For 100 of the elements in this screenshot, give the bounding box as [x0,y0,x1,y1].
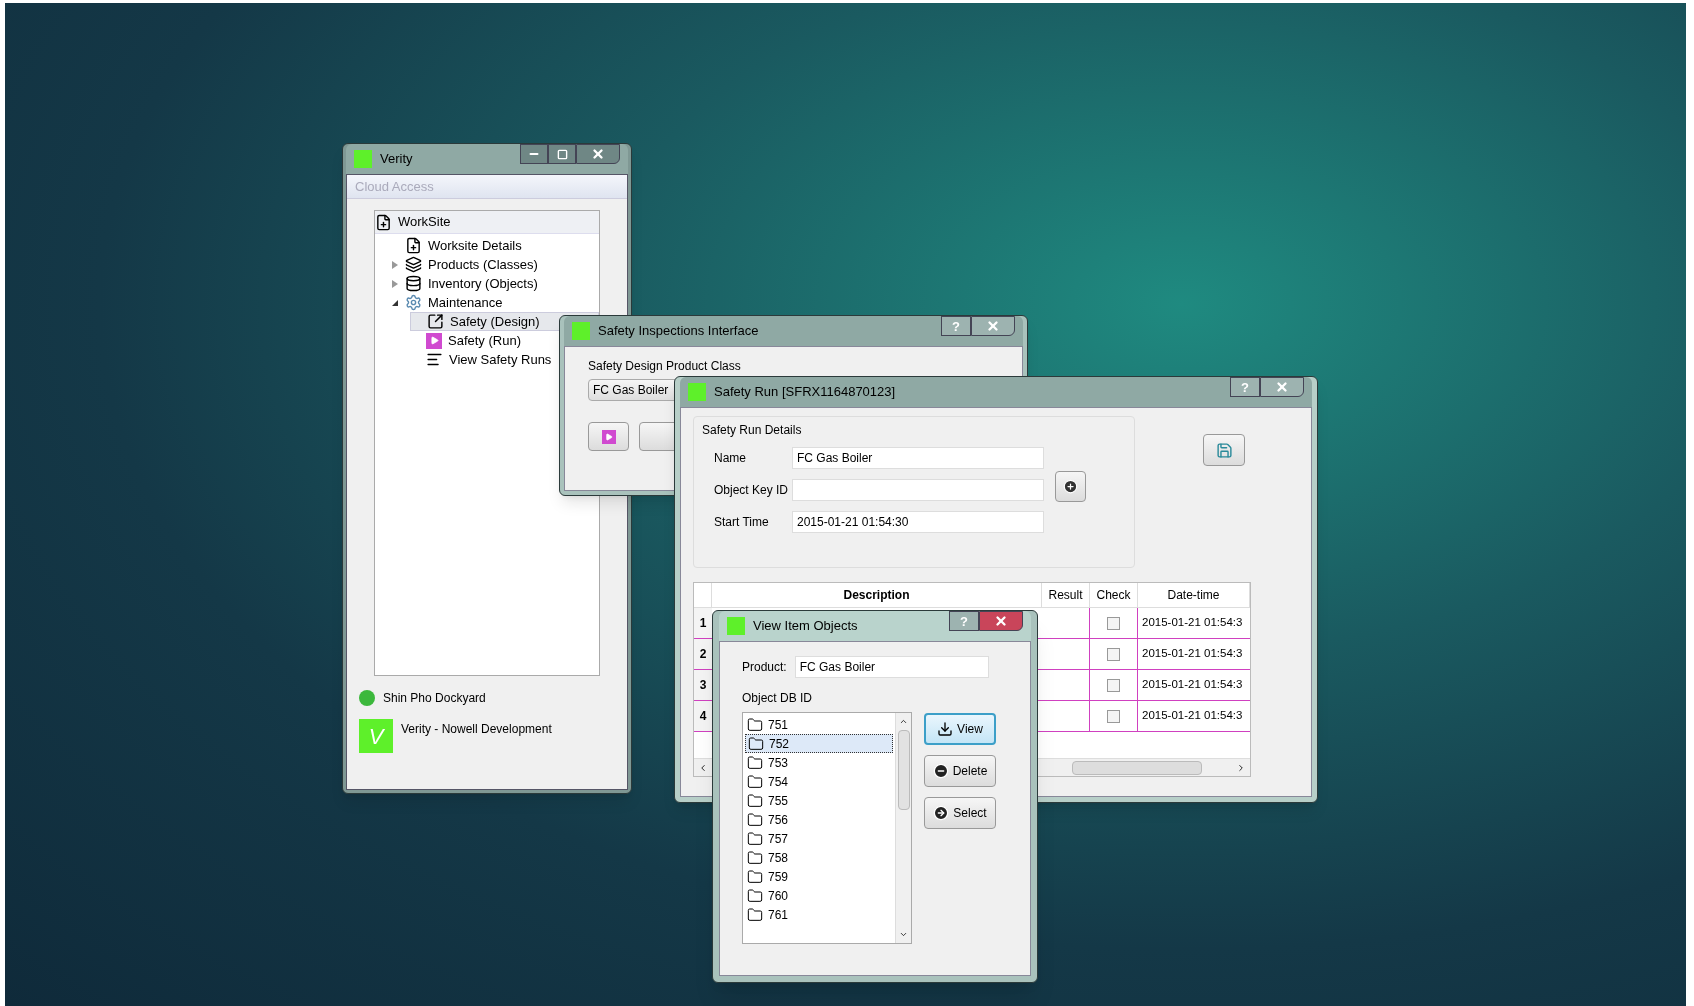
collapsed-arrow-icon[interactable] [392,279,398,288]
list-item[interactable]: 757 [745,829,893,848]
layers-icon [405,256,422,273]
close-button[interactable] [1260,377,1304,397]
folder-icon [748,735,764,752]
scroll-up-icon[interactable] [899,717,908,726]
window-title: Safety Inspections Interface [598,322,759,341]
row-number: 4 [694,701,712,731]
minimize-button[interactable] [520,144,548,164]
column-header[interactable]: Check [1090,583,1138,607]
app-icon [727,617,745,635]
list-item[interactable]: 760 [745,886,893,905]
row-number: 1 [694,608,712,638]
plus-circle-icon [1063,479,1078,494]
play-icon [601,429,616,444]
checkbox[interactable] [1107,647,1120,661]
folder-icon [747,868,763,885]
checkbox[interactable] [1107,616,1120,630]
scroll-right-icon[interactable] [1236,762,1246,773]
tree-item[interactable]: Inventory (Objects) [389,274,599,293]
column-header[interactable]: Result [1042,583,1090,607]
list-item[interactable]: 756 [745,810,893,829]
external-link-icon [427,313,444,330]
table-cell-text: 2015-01-21 01:54:3 [1141,615,1244,631]
menu-header: Cloud Access [347,175,627,199]
close-button[interactable] [979,611,1023,631]
list-item[interactable]: 758 [745,848,893,867]
field-label: Object Key ID [713,482,790,499]
tree-item[interactable]: Products (Classes) [389,255,599,274]
product-field[interactable]: FC Gas Boiler [794,656,989,678]
folder-icon [747,811,763,828]
tree-item[interactable]: Worksite Details [389,236,599,255]
tree-item[interactable]: Maintenance [389,293,599,312]
folder-icon [747,716,763,733]
column-header[interactable]: Description [712,583,1042,607]
list-item[interactable]: 755 [745,791,893,810]
expanded-arrow-icon[interactable] [392,299,398,306]
app-icon [688,383,706,401]
maximize-icon [556,148,568,160]
action-button[interactable]: Delete [924,755,996,787]
close-icon [994,614,1008,628]
database-icon [405,275,422,292]
list-item[interactable]: 751 [745,715,893,734]
footer-text: Verity - Nowell Development [401,721,552,738]
close-button[interactable] [576,144,620,164]
folder-icon [747,887,763,904]
collapsed-arrow-icon[interactable] [392,260,398,269]
checkbox[interactable] [1107,678,1120,692]
scroll-left-icon[interactable] [698,762,708,773]
vertical-scrollbar[interactable] [895,713,911,943]
text-field[interactable]: 2015-01-21 01:54:30 [792,511,1044,533]
tree-item[interactable]: WorkSite [375,211,599,234]
group-title: Safety Run Details [702,422,803,439]
field-label: Product: [742,659,787,676]
logo: V [359,719,393,753]
folder-icon [747,792,763,809]
row-number: 3 [694,670,712,700]
column-header[interactable]: Date-time [1138,583,1250,607]
action-button[interactable]: View [924,713,996,745]
field-label: Start Time [713,514,770,531]
text-field[interactable]: FC Gas Boiler [792,447,1044,469]
list-item[interactable]: 761 [745,905,893,924]
arrow-circle-icon [933,805,950,821]
table-cell-text: 2015-01-21 01:54:3 [1141,708,1244,724]
folder-icon [747,754,763,771]
checkbox[interactable] [1107,709,1120,723]
folder-icon [747,830,763,847]
download-icon [937,721,954,737]
window-title: Safety Run [SFRX1164870123] [714,383,896,402]
row-number: 2 [694,639,712,669]
table-cell-text: 2015-01-21 01:54:3 [1141,677,1244,693]
app-icon [572,322,590,340]
list-item[interactable]: 752 [745,734,893,753]
lines-icon [426,351,443,368]
close-button[interactable] [971,316,1015,336]
gear-icon [405,294,422,311]
table-cell-text: 2015-01-21 01:54:3 [1141,646,1244,662]
list-item[interactable]: 753 [745,753,893,772]
scroll-down-icon[interactable] [899,930,908,939]
status-label: Shin Pho Dockyard [383,690,486,707]
field-label: Object DB ID [742,690,814,707]
text-field[interactable] [792,479,1044,501]
save-button[interactable] [1203,434,1245,466]
folder-icon [747,906,763,923]
close-icon [1275,380,1289,394]
close-icon [986,319,1000,333]
play-icon [426,332,442,349]
document-plus-icon [375,213,392,231]
document-plus-icon [405,237,422,254]
close-icon [591,147,605,161]
list-item[interactable]: 754 [745,772,893,791]
field-label: Name [713,450,747,467]
maximize-button[interactable] [548,144,576,164]
list-item[interactable]: 759 [745,867,893,886]
action-button[interactable]: Select [924,797,996,829]
run-button[interactable] [588,422,629,451]
app-icon [354,150,372,168]
add-button[interactable] [1055,471,1086,502]
window-title: Verity [380,150,413,169]
minus-circle-icon [932,763,949,779]
